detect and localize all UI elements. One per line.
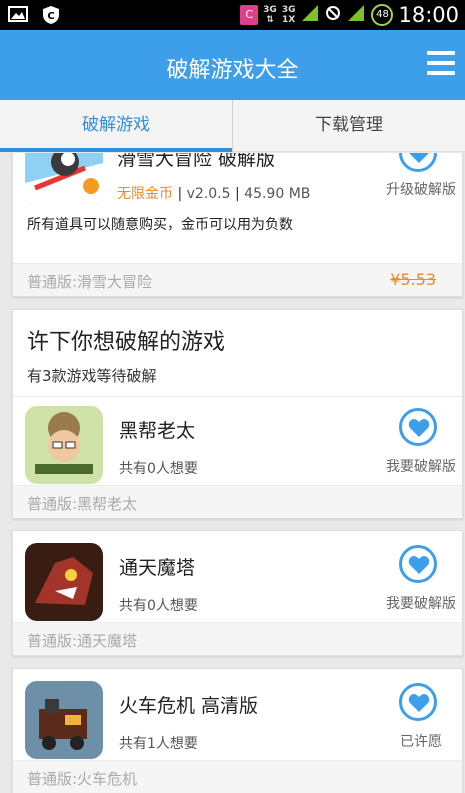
heart-button[interactable] [399,683,437,721]
clock: 18:00 [398,3,459,27]
want-count: 共有0人想要 [119,598,198,614]
tab-bar: 破解游戏 下载管理 [0,100,465,152]
game-size: 45.90 MB [244,186,311,202]
card-footer: 普通版:滑雪大冒险 ¥5.53 [13,263,462,296]
wish-section-subtitle: 有3款游戏等待破解 [27,367,157,385]
normal-version-label: 普通版:黑帮老太 [27,495,138,513]
want-crack-label[interactable]: 我要破解版 [379,456,463,476]
game-tag: 无限金币 [117,186,173,202]
menu-icon[interactable] [427,51,455,77]
wish-section-title: 许下你想破解的游戏 [27,330,226,355]
tab-download-manager[interactable]: 下载管理 [233,100,465,151]
app-notification-icon: C [240,5,259,25]
network-type-3g-1x: 3G 1X [281,5,296,25]
card-footer: 普通版:黑帮老太 [13,485,462,518]
tower-game-icon [25,543,103,621]
normal-version-label: 普通版:通天魔塔 [27,632,138,650]
game-name: 滑雪大冒险 破解版 [117,153,276,170]
status-bar: C C 3G ⇅ 3G 1X 48 18:00 [0,0,465,30]
heart-button[interactable] [399,408,437,446]
game-list[interactable]: 滑雪大冒险 破解版 无限金币 | v2.0.5 | 45.90 MB 所有道具可… [0,153,465,793]
divider [13,396,462,397]
app-header: 破解游戏大全 [0,30,465,100]
wished-label[interactable]: 已许愿 [379,731,463,751]
original-price: ¥5.53 [390,270,436,289]
wish-item-train[interactable]: 火车危机 高清版 共有1人想要 已许愿 普通版:火车危机 [12,668,463,793]
game-description: 所有道具可以随意购买，金币可以用为负数 [27,217,293,233]
upgrade-crack-label[interactable]: 升级破解版 [379,179,463,199]
want-count: 共有1人想要 [119,736,198,752]
signal-strength-icon [300,3,320,27]
battery-indicator: 48 [371,4,394,26]
game-card-ski-safari[interactable]: 滑雪大冒险 破解版 无限金币 | v2.0.5 | 45.90 MB 所有道具可… [12,153,463,297]
normal-version-label: 普通版:火车危机 [27,770,138,788]
shield-notification-icon: C [42,5,62,24]
wish-game-name: 黑帮老太 [119,420,196,442]
svg-text:C: C [47,11,54,22]
card-footer: 普通版:通天魔塔 [13,622,462,655]
gallery-notification-icon [8,5,28,23]
normal-version-label: 普通版:滑雪大冒险 [27,273,153,291]
heart-button[interactable] [399,545,437,583]
wish-game-name: 火车危机 高清版 [119,695,259,717]
wish-game-name: 通天魔塔 [119,557,196,579]
ski-safari-icon [25,153,103,206]
game-meta: 无限金币 | v2.0.5 | 45.90 MB [117,186,311,202]
want-count: 共有0人想要 [119,461,198,477]
wish-item-tower[interactable]: 通天魔塔 共有0人想要 我要破解版 普通版:通天魔塔 [12,530,463,656]
network-type-3g: 3G ⇅ [263,5,277,25]
tab-cracked-games[interactable]: 破解游戏 [0,100,232,152]
train-crisis-icon [25,681,103,759]
heart-button[interactable] [399,153,437,172]
game-version: v2.0.5 [186,186,231,202]
want-crack-label[interactable]: 我要破解版 [379,593,463,613]
card-footer: 普通版:火车危机 [13,760,462,793]
mute-icon [325,5,341,25]
signal-strength-icon-2 [346,3,366,27]
gangster-granny-icon [25,406,103,484]
page-title: 破解游戏大全 [166,58,299,83]
wish-section-card: 许下你想破解的游戏 有3款游戏等待破解 黑帮老太 共有0人想要 我要破解版 普通… [12,309,463,519]
